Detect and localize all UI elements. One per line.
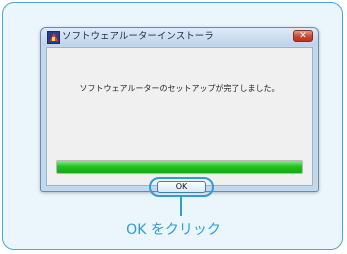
progress-bar xyxy=(56,160,303,174)
completion-message: ソフトウェアルーターのセットアップが完了しました。 xyxy=(79,84,280,93)
dialog-client-area: ソフトウェアルーターのセットアップが完了しました。 xyxy=(46,47,313,186)
installer-app-icon xyxy=(47,31,60,44)
dialog-titlebar[interactable]: ソフトウェアルーターインストーラ ✕ xyxy=(41,28,318,46)
callout-pointer-line xyxy=(180,196,182,216)
ok-button[interactable]: OK xyxy=(157,181,206,193)
instruction-frame: ソフトウェアルーターインストーラ ✕ ソフトウェアルーターのセットアップが完了し… xyxy=(2,2,343,250)
dialog-title: ソフトウェアルーターインストーラ xyxy=(62,31,214,42)
installer-dialog: ソフトウェアルーターインストーラ ✕ ソフトウェアルーターのセットアップが完了し… xyxy=(40,27,319,192)
ok-button-highlight: OK xyxy=(149,177,214,197)
progress-bar-fill xyxy=(57,161,302,173)
close-icon[interactable]: ✕ xyxy=(293,30,313,42)
callout-text: OK をクリック xyxy=(126,222,221,238)
